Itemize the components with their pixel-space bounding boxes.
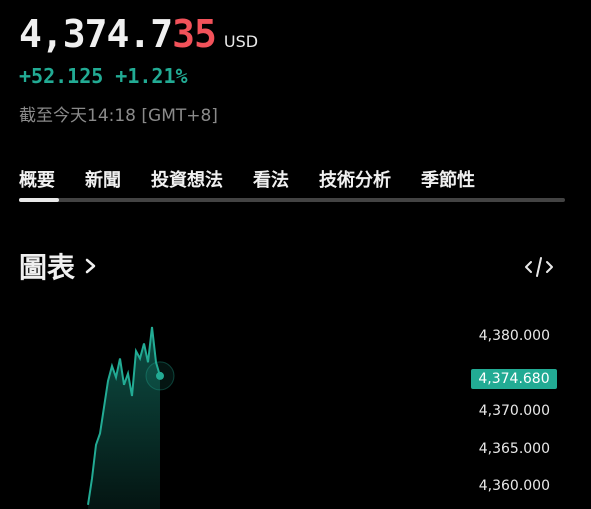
tab-technicals[interactable]: 技術分析 <box>319 166 391 192</box>
as-of-timestamp: 截至今天14:18 [GMT+8] <box>19 106 218 126</box>
chevron-right-icon <box>85 258 96 274</box>
change-absolute: +52.125 <box>19 64 104 88</box>
tab-seasonals[interactable]: 季節性 <box>421 166 475 192</box>
price-display: 4,374.7 35 USD <box>19 12 258 56</box>
price-tail-digits: 35 <box>172 12 217 56</box>
chart-section-link[interactable]: 圖表 <box>19 246 101 286</box>
tab-overview[interactable]: 概要 <box>19 166 55 192</box>
price-chart[interactable] <box>0 310 460 509</box>
last-point-marker <box>156 371 164 380</box>
tab-scroll-track[interactable] <box>19 198 565 202</box>
tab-active-indicator <box>19 198 59 202</box>
tab-news[interactable]: 新聞 <box>85 166 121 192</box>
code-embed-icon[interactable] <box>524 254 554 280</box>
last-price-tag: 4,374.680 <box>471 369 557 389</box>
change-percent: +1.21% <box>115 64 188 88</box>
tab-ideas[interactable]: 投資想法 <box>151 166 223 192</box>
y-tick-label: 4,380.000 <box>478 328 550 344</box>
tab-opinions[interactable]: 看法 <box>253 166 289 192</box>
price-change: +52.125 +1.21% <box>19 64 188 88</box>
chart-section-title: 圖表 <box>19 251 76 284</box>
y-tick-label: 4,370.000 <box>478 403 550 419</box>
tab-bar: 概要 新聞 投資想法 看法 技術分析 季節性 <box>19 166 505 192</box>
currency-label: USD <box>223 32 259 51</box>
y-tick-label: 4,365.000 <box>478 441 550 457</box>
y-tick-label: 4,360.000 <box>478 478 550 494</box>
price-main: 4,374.7 <box>19 12 173 56</box>
